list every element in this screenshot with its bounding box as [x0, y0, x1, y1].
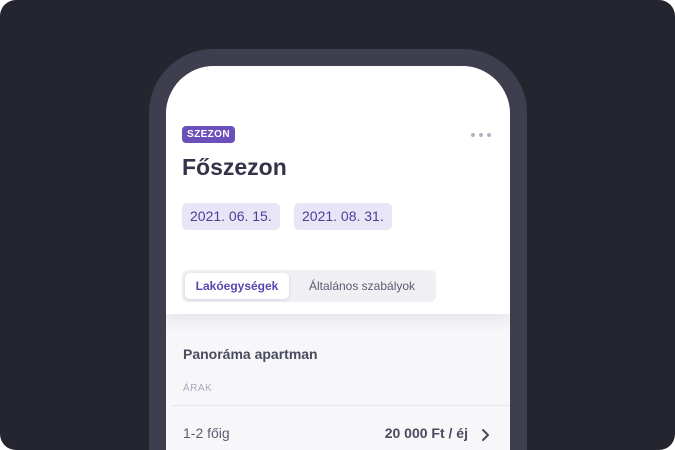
- price-row-label: 1-2 főig: [183, 425, 230, 441]
- more-dot: [471, 133, 475, 137]
- more-horizontal-icon[interactable]: [471, 132, 491, 138]
- more-dot: [487, 133, 491, 137]
- tab-lakoegysegek[interactable]: Lakóegységek: [185, 273, 289, 299]
- chevron-right-icon: [482, 429, 489, 441]
- divider: [172, 405, 510, 406]
- end-date-chip[interactable]: 2021. 08. 31.: [294, 203, 392, 230]
- prices-section-label: ÁRAK: [183, 383, 213, 394]
- tab-altalanos-szabalyok[interactable]: Általános szabályok: [292, 273, 432, 299]
- canvas-background: SZEZON Főszezon 2021. 06. 15. 2021. 08. …: [0, 0, 675, 450]
- price-row[interactable]: 1-2 főig 20 000 Ft / éj: [172, 418, 510, 450]
- start-date-chip[interactable]: 2021. 06. 15.: [182, 203, 280, 230]
- season-header-card: SZEZON Főszezon 2021. 06. 15. 2021. 08. …: [166, 66, 510, 314]
- phone-screen: SZEZON Főszezon 2021. 06. 15. 2021. 08. …: [166, 66, 510, 450]
- season-badge: SZEZON: [182, 126, 235, 143]
- page-title: Főszezon: [182, 154, 287, 180]
- segmented-tabs: Lakóegységek Általános szabályok: [182, 270, 436, 302]
- unit-name: Panoráma apartman: [183, 346, 318, 362]
- more-dot: [479, 133, 483, 137]
- price-row-value: 20 000 Ft / éj: [384, 425, 468, 441]
